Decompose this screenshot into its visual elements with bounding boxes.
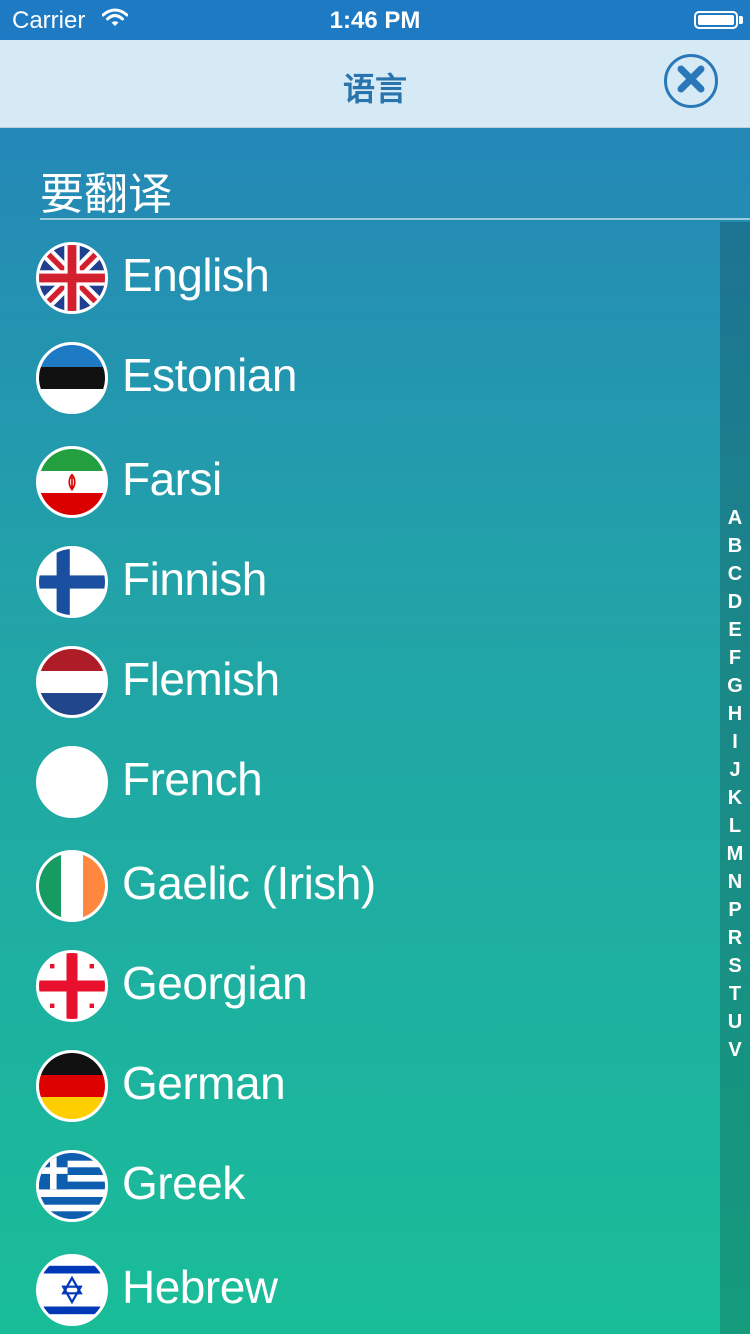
- list-item-hebrew[interactable]: Hebrew: [0, 1234, 720, 1334]
- georgia-flag-icon: [36, 950, 108, 1022]
- language-name: German: [122, 1057, 286, 1109]
- index-letter-b[interactable]: B: [728, 532, 742, 560]
- index-letter-f[interactable]: F: [729, 644, 741, 672]
- israel-flag-icon: [36, 1254, 108, 1326]
- close-icon: [676, 64, 706, 99]
- status-time: 1:46 PM: [329, 7, 421, 34]
- index-letter-d[interactable]: D: [728, 588, 742, 616]
- language-list: English Estonian Farsi Finnish Flemish F…: [0, 222, 720, 1334]
- language-name: English: [122, 249, 270, 301]
- greece-flag-icon: [36, 1150, 108, 1222]
- list-item-gaelic[interactable]: Gaelic (Irish): [0, 830, 720, 930]
- index-letter-t[interactable]: T: [729, 980, 741, 1008]
- iran-flag-icon: [36, 446, 108, 518]
- index-letter-n[interactable]: N: [728, 868, 742, 896]
- language-name: Estonian: [122, 349, 298, 401]
- index-letter-r[interactable]: R: [728, 924, 742, 952]
- battery-icon: [694, 11, 738, 29]
- language-name: Gaelic (Irish): [122, 857, 376, 909]
- language-name: Greek: [122, 1157, 245, 1209]
- finland-flag-icon: [36, 546, 108, 618]
- index-letter-s[interactable]: S: [728, 952, 741, 980]
- netherlands-flag-icon: [36, 646, 108, 718]
- battery-tip: [739, 16, 743, 24]
- list-item-german[interactable]: German: [0, 1030, 720, 1130]
- list-item-french[interactable]: French: [0, 726, 720, 826]
- ireland-flag-icon: [36, 850, 108, 922]
- navigation-bar: 语言: [0, 40, 750, 128]
- section-header: 要翻译: [40, 128, 750, 220]
- section-title: 要翻译: [40, 170, 172, 219]
- language-name: Georgian: [122, 957, 308, 1009]
- index-letter-h[interactable]: H: [728, 700, 742, 728]
- list-item-estonian[interactable]: Estonian: [0, 322, 720, 422]
- list-item-georgian[interactable]: Georgian: [0, 930, 720, 1030]
- uk-flag-icon: [36, 242, 108, 314]
- language-name: Flemish: [122, 653, 280, 705]
- index-letter-k[interactable]: K: [728, 784, 742, 812]
- language-name: Finnish: [122, 553, 267, 605]
- index-letter-l[interactable]: L: [729, 812, 741, 840]
- language-name: Hebrew: [122, 1261, 278, 1313]
- index-letter-j[interactable]: J: [729, 756, 740, 784]
- status-bar: Carrier 1:46 PM: [0, 0, 750, 40]
- estonia-flag-icon: [36, 342, 108, 414]
- index-letter-i[interactable]: I: [732, 728, 738, 756]
- index-letter-v[interactable]: V: [728, 1036, 741, 1064]
- list-item-finnish[interactable]: Finnish: [0, 526, 720, 626]
- index-letters: A B C D E F G H I J K L M N P R S T U V: [720, 504, 750, 1064]
- list-item-flemish[interactable]: Flemish: [0, 626, 720, 726]
- language-name: Farsi: [122, 453, 222, 505]
- index-letter-m[interactable]: M: [727, 840, 744, 868]
- section-index-bar[interactable]: A B C D E F G H I J K L M N P R S T U V: [720, 222, 750, 1334]
- page-title: 语言: [342, 71, 407, 107]
- close-button[interactable]: [664, 54, 718, 108]
- list-item-farsi[interactable]: Farsi: [0, 426, 720, 526]
- index-letter-c[interactable]: C: [728, 560, 742, 588]
- germany-flag-icon: [36, 1050, 108, 1122]
- blank-flag-icon: [36, 746, 108, 818]
- index-letter-p[interactable]: P: [728, 896, 741, 924]
- index-letter-g[interactable]: G: [727, 672, 743, 700]
- language-name: French: [122, 753, 263, 805]
- index-letter-e[interactable]: E: [728, 616, 741, 644]
- list-item-english[interactable]: English: [0, 222, 720, 322]
- list-item-greek[interactable]: Greek: [0, 1130, 720, 1230]
- index-letter-u[interactable]: U: [728, 1008, 742, 1036]
- index-letter-a[interactable]: A: [728, 504, 742, 532]
